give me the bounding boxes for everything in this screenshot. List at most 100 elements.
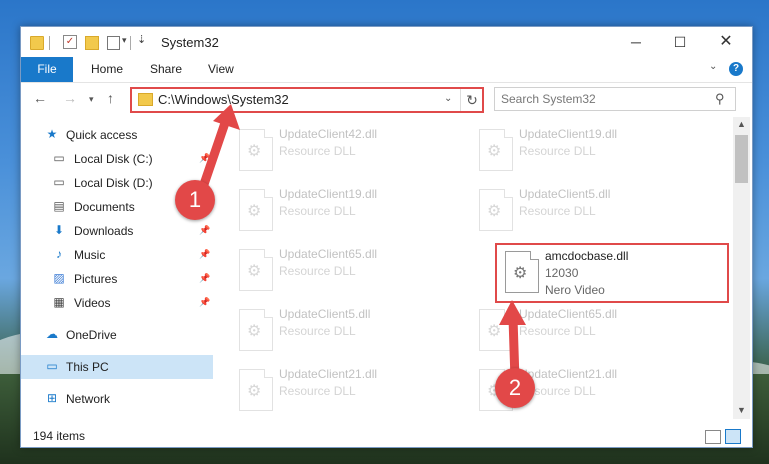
sidebar-item-label: Pictures <box>74 272 118 286</box>
dll-file-icon: ⚙ <box>239 189 273 231</box>
forward-arrow-icon[interactable]: → <box>63 90 77 106</box>
sidebar-item-quick-access[interactable]: ★ Quick access <box>21 123 213 147</box>
chevron-down-icon[interactable]: ⌄ <box>444 93 452 104</box>
maximize-button[interactable]: ☐ <box>665 31 695 53</box>
sidebar-item-videos[interactable]: ▦ Videos 📌 <box>21 291 213 315</box>
sidebar-item-downloads[interactable]: ⬇ Downloads 📌 <box>21 219 213 243</box>
file-name: UpdateClient21.dll <box>279 367 378 381</box>
drive-icon: ▭ <box>53 151 65 165</box>
properties-check-icon[interactable]: ✓ <box>63 35 77 49</box>
star-icon: ★ <box>46 127 58 141</box>
pictures-icon: ▨ <box>53 271 65 285</box>
file-type: Resource DLL <box>519 324 596 338</box>
sidebar-item-onedrive[interactable]: ☁ OneDrive <box>21 323 213 347</box>
list-item[interactable]: ⚙ UpdateClient19.dll Resource DLL <box>231 183 461 235</box>
list-item[interactable]: ⚙ UpdateClient5.dll Resource DLL <box>471 183 701 235</box>
cloud-icon: ☁ <box>46 327 58 341</box>
tab-file[interactable]: File <box>21 57 73 82</box>
properties-icon[interactable] <box>107 36 120 50</box>
file-type: Resource DLL <box>279 324 356 338</box>
sidebar-item-label: Documents <box>74 200 135 214</box>
title-bar: ✓ ▾ ⇣ System32 ─ ☐ ✕ <box>21 27 752 57</box>
customize-toolbar-icon[interactable]: ⇣ <box>137 33 146 49</box>
file-name: UpdateClient65.dll <box>279 247 378 261</box>
tab-share[interactable]: Share <box>150 57 182 82</box>
details-view-icon[interactable] <box>705 430 721 444</box>
file-name: UpdateClient65.dll <box>519 307 618 321</box>
tab-home[interactable]: Home <box>91 57 123 82</box>
sidebar-item-this-pc[interactable]: ▭ This PC <box>21 355 213 379</box>
sidebar-item-pictures[interactable]: ▨ Pictures 📌 <box>21 267 213 291</box>
expand-ribbon-icon[interactable]: ⌄ <box>709 61 717 72</box>
gear-icon: ⚙ <box>247 383 262 400</box>
callout-badge-1: 1 <box>175 180 215 220</box>
folder-icon <box>138 93 153 106</box>
sidebar-item-label: Local Disk (D:) <box>74 176 153 190</box>
pin-icon[interactable]: 📌 <box>199 249 210 260</box>
gear-icon: ⚙ <box>487 203 502 220</box>
gear-icon: ⚙ <box>247 323 262 340</box>
sidebar-item-music[interactable]: ♪ Music 📌 <box>21 243 213 267</box>
music-icon: ♪ <box>56 247 62 261</box>
list-item[interactable]: ⚙ UpdateClient19.dll Resource DLL <box>471 123 701 175</box>
pin-icon[interactable]: 📌 <box>199 153 210 164</box>
videos-icon: ▦ <box>53 295 65 309</box>
address-bar[interactable]: C:\Windows\System32 ⌄ ↻ <box>130 87 484 113</box>
dll-file-icon: ⚙ <box>479 129 513 171</box>
up-arrow-icon[interactable]: ↑ <box>107 90 114 106</box>
list-item[interactable]: ⚙ UpdateClient65.dll Resource DLL <box>471 303 701 355</box>
documents-icon: ▤ <box>53 199 65 213</box>
divider <box>130 36 131 50</box>
pin-icon[interactable]: 📌 <box>199 273 210 284</box>
folder-icon <box>30 36 44 50</box>
scroll-thumb[interactable] <box>735 135 748 183</box>
list-item[interactable]: ⚙ UpdateClient21.dll Resource DLL <box>231 363 461 415</box>
file-type: Resource DLL <box>279 384 356 398</box>
gear-icon: ⚙ <box>247 263 262 280</box>
sidebar-item-network[interactable]: ⊞ Network <box>21 387 213 411</box>
minimize-button[interactable]: ─ <box>621 31 651 53</box>
navigation-bar: ← → ▾ ↑ C:\Windows\System32 ⌄ ↻ Search S… <box>21 83 752 115</box>
new-folder-icon[interactable] <box>85 36 99 50</box>
window-title: System32 <box>161 35 219 50</box>
gear-icon: ⚙ <box>247 203 262 220</box>
scroll-down-icon[interactable]: ▼ <box>737 405 746 415</box>
search-icon[interactable]: ⚲ <box>715 91 725 107</box>
callout-badge-2: 2 <box>495 368 535 408</box>
download-icon: ⬇ <box>53 223 65 237</box>
tab-view[interactable]: View <box>208 57 234 82</box>
tiles-view-icon[interactable] <box>725 429 741 444</box>
ribbon: File Home Share View ⌄ ? <box>21 57 752 83</box>
refresh-icon[interactable]: ↻ <box>460 89 483 111</box>
sidebar-item-label: Local Disk (C:) <box>74 152 153 166</box>
file-type: Resource DLL <box>519 144 596 158</box>
drive-icon: ▭ <box>53 175 65 189</box>
close-button[interactable]: ✕ <box>711 31 741 53</box>
recent-locations-icon[interactable]: ▾ <box>89 94 94 105</box>
dll-file-icon: ⚙ <box>239 369 273 411</box>
pin-icon[interactable]: 📌 <box>199 297 210 308</box>
search-placeholder: Search System32 <box>501 92 596 106</box>
file-list: ⚙ UpdateClient42.dll Resource DLL ⚙ Upda… <box>231 117 733 419</box>
status-bar: 194 items <box>21 425 752 447</box>
back-arrow-icon[interactable]: ← <box>33 90 47 106</box>
search-input[interactable]: Search System32 ⚲ <box>494 87 736 111</box>
list-item[interactable]: ⚙ UpdateClient42.dll Resource DLL <box>231 123 461 175</box>
address-text[interactable]: C:\Windows\System32 <box>158 92 289 107</box>
list-item[interactable]: ⚙ UpdateClient65.dll Resource DLL <box>231 243 461 295</box>
dll-file-icon: ⚙ <box>479 309 513 351</box>
list-item[interactable]: ⚙ UpdateClient5.dll Resource DLL <box>231 303 461 355</box>
help-icon[interactable]: ? <box>729 62 743 76</box>
explorer-window: ✓ ▾ ⇣ System32 ─ ☐ ✕ File Home Share Vie… <box>20 26 753 448</box>
file-name: UpdateClient42.dll <box>279 127 378 141</box>
gear-icon: ⚙ <box>247 143 262 160</box>
sidebar-item-label: Downloads <box>74 224 134 238</box>
dll-file-icon: ⚙ <box>479 189 513 231</box>
file-type: Resource DLL <box>279 144 356 158</box>
scroll-up-icon[interactable]: ▲ <box>737 119 746 129</box>
pin-icon[interactable]: 📌 <box>199 225 210 236</box>
sidebar-item-label: Quick access <box>66 128 138 142</box>
chevron-down-icon[interactable]: ▾ <box>122 35 127 51</box>
vertical-scrollbar[interactable]: ▲ ▼ <box>733 117 750 419</box>
sidebar-item-local-disk-c[interactable]: ▭ Local Disk (C:) 📌 <box>21 147 213 171</box>
